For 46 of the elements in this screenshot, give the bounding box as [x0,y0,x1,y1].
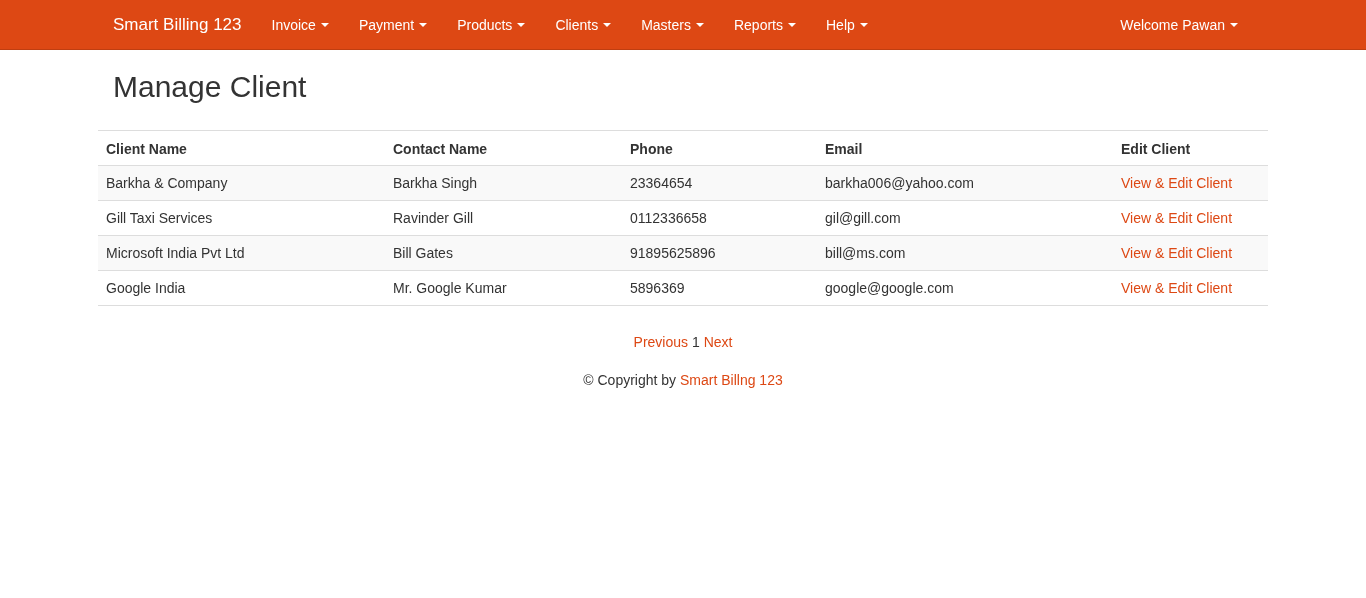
table-cell: Bill Gates [385,235,622,271]
table-cell: bill@ms.com [817,235,1113,271]
table-cell: Barkha & Company [98,165,385,201]
page-number: 1 [691,334,700,350]
edit-client-link[interactable]: View & Edit Client [1121,210,1232,226]
page-title: Manage Client [113,70,308,104]
edit-client-link[interactable]: View & Edit Client [1121,280,1232,296]
table-cell: Ravinder Gill [385,200,622,236]
column-header: Phone [622,130,817,166]
column-header: Edit Client [1113,130,1268,166]
menu-dropdown[interactable]: Clients [540,17,627,33]
menu-dropdown[interactable]: Masters [626,17,719,33]
menu-dropdown[interactable]: Invoice [256,17,344,33]
table-cell: Microsoft India Pvt Ltd [98,235,385,271]
caret-icon [603,23,612,27]
caret-icon [517,23,526,27]
caret-icon [320,23,329,27]
table-cell: Google India [98,270,385,306]
menu-dropdown[interactable]: Payment [343,17,443,33]
table-cell: 5896369 [622,270,817,306]
user-menu[interactable]: Welcome Pawan [1105,17,1253,33]
column-header: Email [817,130,1113,166]
table-cell: 0112336658 [622,200,817,236]
table-cell: Barkha Singh [385,165,622,201]
menu-dropdown[interactable]: Reports [718,17,811,33]
caret-icon [419,23,428,27]
caret-icon [1230,23,1238,27]
footer-link[interactable]: Smart Billng 123 [680,372,783,388]
column-header: Contact Name [385,130,622,166]
next-link[interactable]: Next [703,334,733,350]
column-header: Client Name [98,130,385,166]
table-cell: gil@gill.com [817,200,1113,236]
caret-icon [859,23,868,27]
table-cell: Gill Taxi Services [98,200,385,236]
table-cell: Mr. Google Kumar [385,270,622,306]
menu-dropdown[interactable]: Products [442,17,541,33]
copyright-text: © Copyright by [583,372,677,388]
menu-dropdown[interactable]: Help [811,17,883,33]
previous-link[interactable]: Previous [633,334,689,350]
table-cell: 23364654 [622,165,817,201]
caret-icon [788,23,796,27]
table-cell: google@google.com [817,270,1113,306]
caret-icon [695,23,704,27]
table-cell: barkha006@yahoo.com [817,165,1113,201]
brand-link[interactable]: Smart Billing 123 [113,15,242,35]
table-cell: 91895625896 [622,235,817,271]
